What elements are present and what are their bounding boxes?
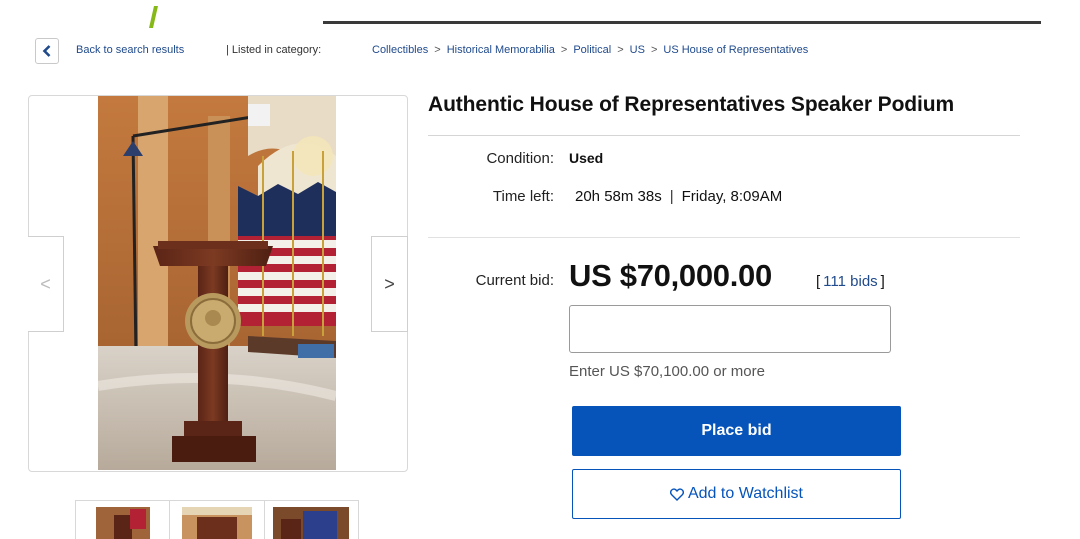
listed-in-category-label: | Listed in category: <box>226 44 322 56</box>
thumbnail-strip <box>75 500 359 539</box>
main-product-image[interactable] <box>98 96 336 470</box>
back-button[interactable] <box>35 38 59 64</box>
logo-fragment <box>149 6 158 28</box>
watchlist-label: Add to Watchlist <box>687 485 803 502</box>
breadcrumb-separator: > <box>650 44 658 56</box>
breadcrumb-item-us[interactable]: US <box>630 44 645 56</box>
breadcrumb-item-us-house[interactable]: US House of Representatives <box>663 44 808 56</box>
breadcrumb-separator: > <box>560 44 568 56</box>
condition-value: Used <box>569 150 604 166</box>
bid-count: [111 bids] <box>816 273 885 290</box>
breadcrumb-separator: > <box>617 44 624 56</box>
bid-hint: Enter US $70,100.00 or more <box>569 363 765 380</box>
podium-photo <box>98 96 336 470</box>
listing-title: Authentic House of Representatives Speak… <box>428 93 955 116</box>
thumbnail[interactable] <box>170 501 265 539</box>
bid-history-link[interactable]: 111 bids <box>820 273 881 290</box>
breadcrumb-item-political[interactable]: Political <box>573 44 611 56</box>
section-divider <box>428 237 1020 238</box>
current-bid-price: US $70,000.00 <box>569 258 772 293</box>
breadcrumb-separator: > <box>434 44 441 56</box>
current-bid-label: Current bid: <box>475 272 554 289</box>
bid-count-bracket: ] <box>880 273 885 290</box>
time-left-value: 20h 58m 38s <box>575 188 662 205</box>
time-left: 20h 58m 38s | Friday, 8:09AM <box>575 188 782 205</box>
chevron-left-icon <box>42 45 51 57</box>
header-divider <box>323 21 1041 24</box>
chevron-right-icon: > <box>384 273 395 294</box>
thumbnail-image <box>181 507 252 539</box>
condition-label: Condition: <box>486 150 554 167</box>
gallery-next-button[interactable]: > <box>371 236 408 332</box>
place-bid-button[interactable]: Place bid <box>572 406 901 456</box>
title-divider <box>428 135 1020 136</box>
breadcrumb-item-collectibles[interactable]: Collectibles <box>372 44 428 56</box>
thumbnail-image <box>273 507 350 539</box>
time-separator: | <box>669 188 674 205</box>
back-to-search-link[interactable]: Back to search results <box>76 44 184 56</box>
add-to-watchlist-button[interactable]: Add to Watchlist <box>572 469 901 519</box>
end-time: Friday, 8:09AM <box>681 188 783 205</box>
thumbnail[interactable] <box>76 501 171 539</box>
chevron-left-icon: < <box>40 273 51 294</box>
gallery-prev-button[interactable]: < <box>28 236 64 332</box>
thumbnail[interactable] <box>265 501 358 539</box>
place-bid-label: Place bid <box>701 422 772 439</box>
bid-amount-input[interactable] <box>569 305 891 353</box>
time-left-label: Time left: <box>492 188 554 205</box>
breadcrumb-item-historical-memorabilia[interactable]: Historical Memorabilia <box>447 44 555 56</box>
thumbnail-image <box>95 507 150 539</box>
heart-icon <box>669 487 684 501</box>
breadcrumb: Collectibles > Historical Memorabilia > Poli… <box>372 44 808 56</box>
